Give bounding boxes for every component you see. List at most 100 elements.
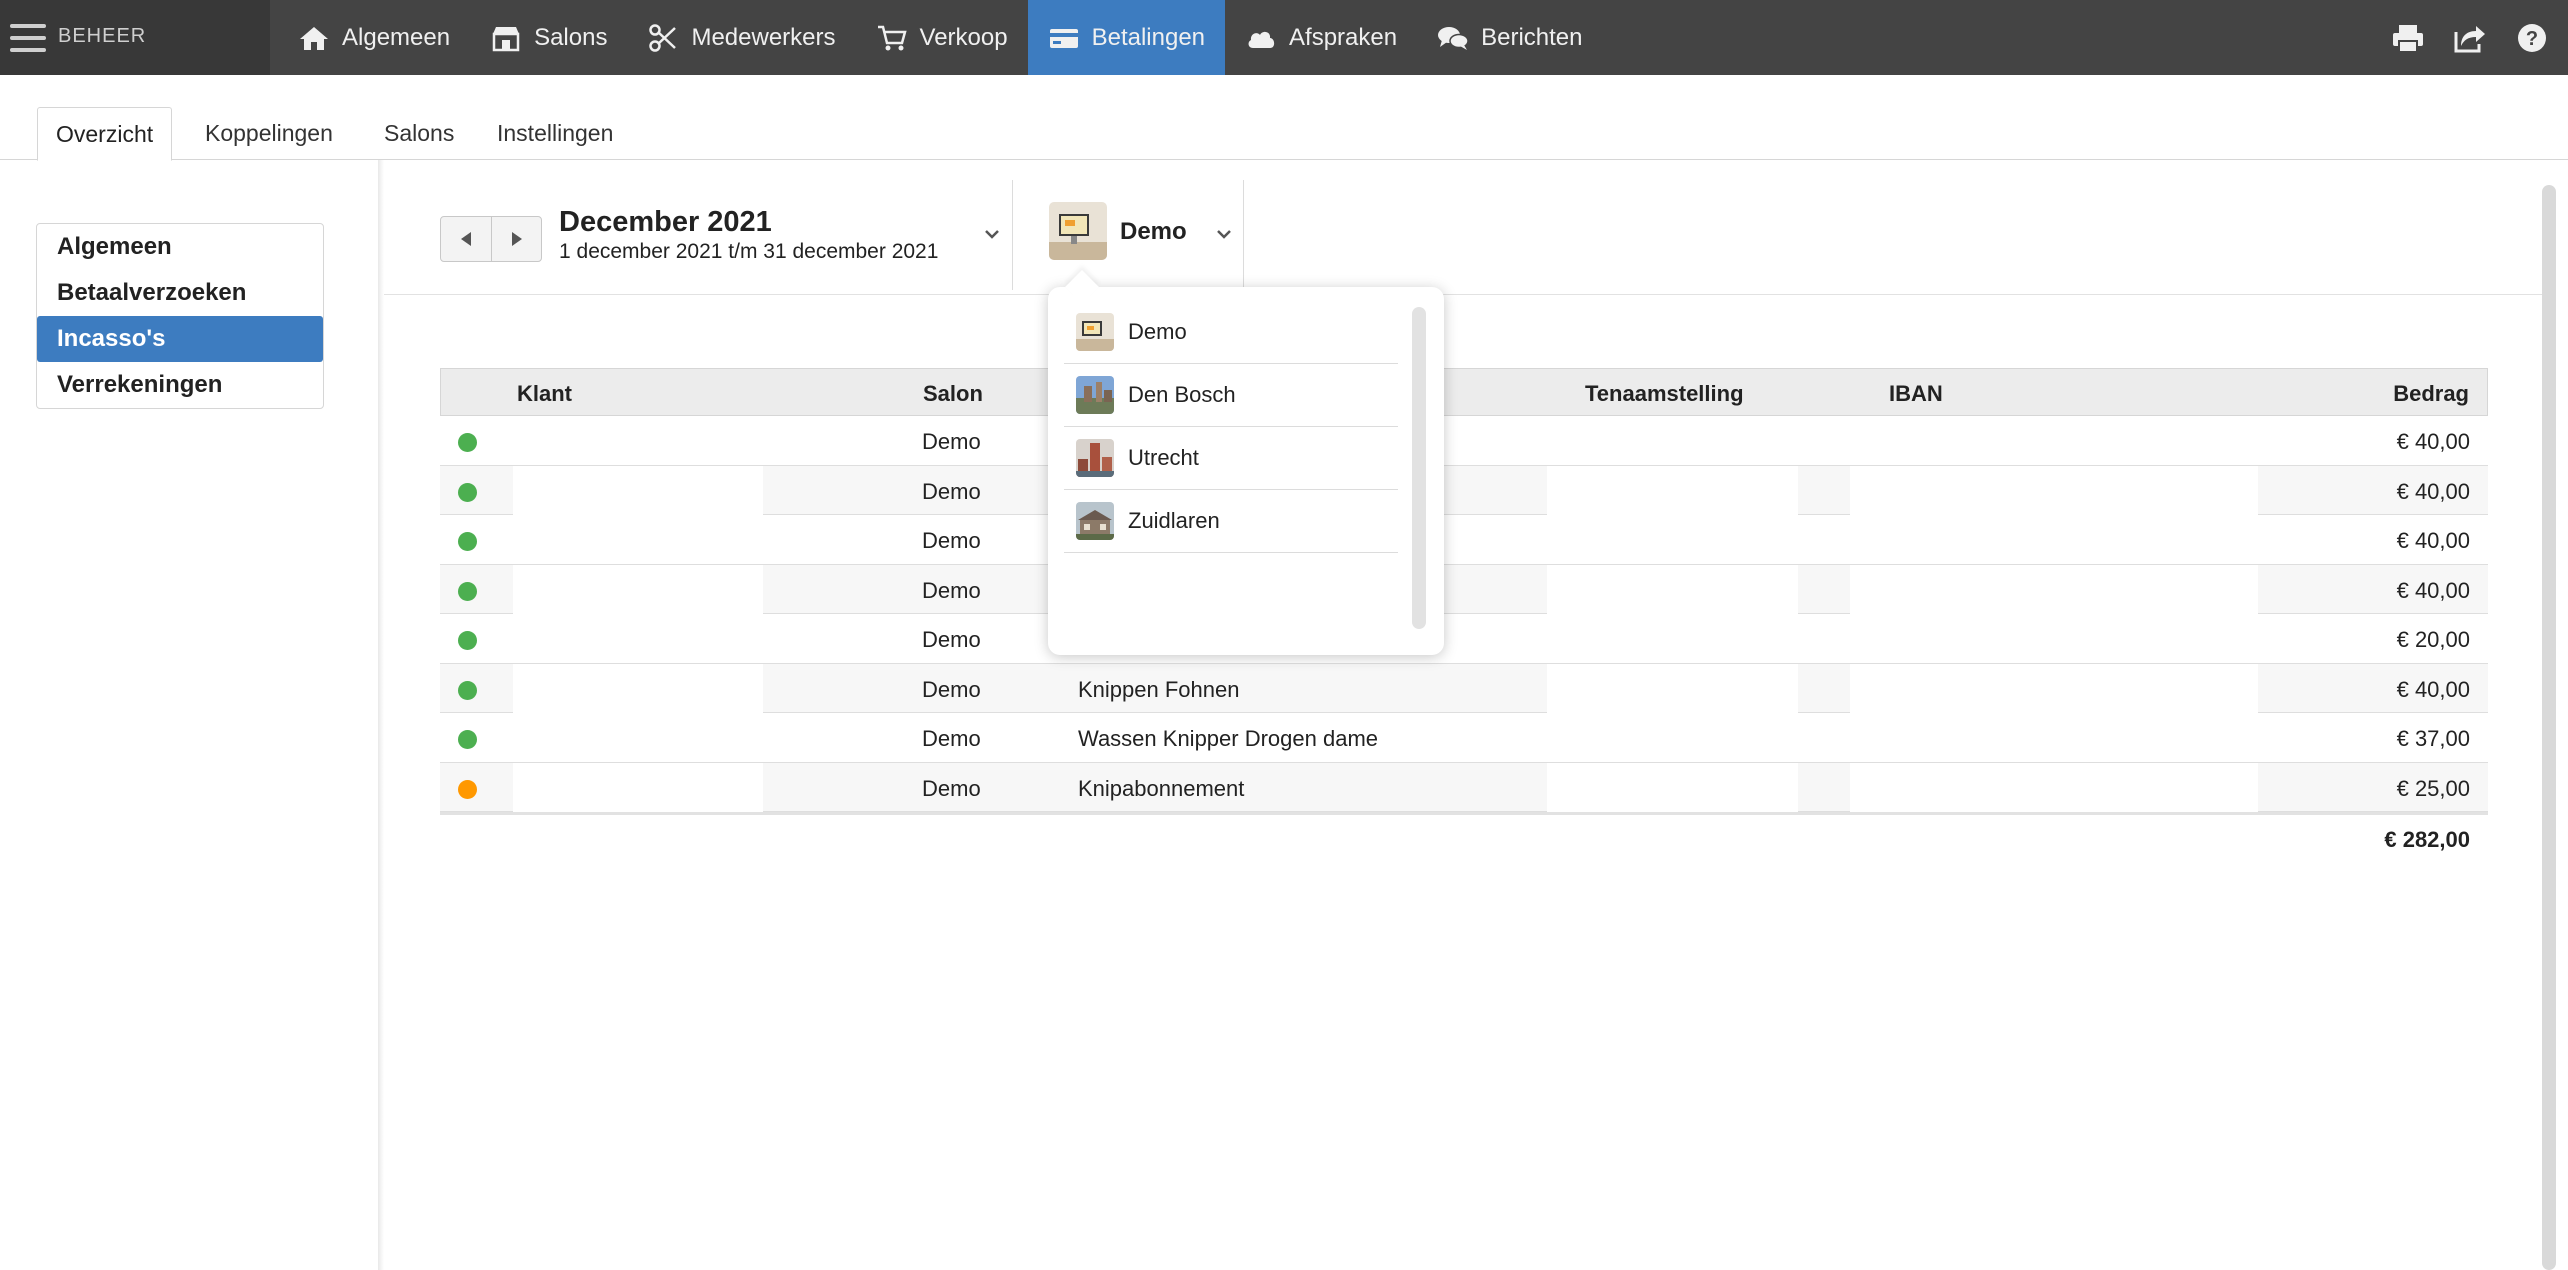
incasso-table: Klant Salon Tenaamstelling IBAN Bedrag D… xyxy=(440,368,2488,865)
top-navigation-bar: BEHEER Algemeen Salons Medewerkers Verko… xyxy=(0,0,2568,75)
share-icon[interactable] xyxy=(2452,22,2488,54)
period-range: 1 december 2021 t/m 31 december 2021 xyxy=(559,240,939,263)
salon-thumbnail xyxy=(1076,313,1114,351)
main-scrollbar[interactable] xyxy=(2542,185,2556,1270)
salon-cell: Demo xyxy=(922,429,981,454)
chat-bubbles-icon xyxy=(1438,26,1469,50)
help-icon[interactable]: ? xyxy=(2514,22,2550,54)
amount-cell: € 40,00 xyxy=(2396,577,2470,603)
nav-label: Verkoop xyxy=(919,23,1008,51)
tab-overzicht[interactable]: Overzicht xyxy=(37,107,173,161)
salon-option-demo[interactable]: Demo xyxy=(1064,301,1398,364)
amount-cell: € 40,00 xyxy=(2396,528,2470,553)
column-header-tenaamstelling[interactable]: Tenaamstelling xyxy=(1585,381,1744,407)
nav-item-betalingen[interactable]: Betalingen xyxy=(1027,0,1226,75)
period-title[interactable]: December 2021 xyxy=(559,206,772,239)
status-dot xyxy=(458,532,477,551)
salon-cell: Demo xyxy=(922,775,981,801)
tab-koppelingen[interactable]: Koppelingen xyxy=(187,107,351,160)
salon-thumbnail[interactable] xyxy=(1049,202,1107,260)
sidebar-item-incassos[interactable]: Incasso's xyxy=(37,316,323,362)
sidebar-item-algemeen[interactable]: Algemeen xyxy=(37,224,323,270)
nav-item-afspraken[interactable]: Afspraken xyxy=(1225,0,1417,75)
status-dot xyxy=(458,680,477,700)
salon-option-den-bosch[interactable]: Den Bosch xyxy=(1064,364,1398,427)
panel-shadow xyxy=(378,160,384,1270)
table-row[interactable]: Demo € 40,00 xyxy=(440,416,2488,466)
salon-cell: Demo xyxy=(922,726,981,751)
hamburger-menu-icon[interactable] xyxy=(10,24,46,52)
column-header-iban[interactable]: IBAN xyxy=(1889,381,1943,407)
storefront-icon xyxy=(492,26,520,51)
amount-cell: € 40,00 xyxy=(2396,478,2470,504)
nav-label: Berichten xyxy=(1481,23,1583,51)
side-navigation: Algemeen Betaalverzoeken Incasso's Verre… xyxy=(36,223,324,409)
table-row[interactable]: Demo € 20,00 xyxy=(440,614,2488,664)
table-row[interactable]: Demo Wassen Knipper Drogen dame € 37,00 xyxy=(440,713,2488,763)
salon-thumbnail xyxy=(1076,502,1114,540)
triangle-right-icon xyxy=(511,232,522,246)
amount-cell: € 40,00 xyxy=(2396,676,2470,702)
amount-cell: € 25,00 xyxy=(2396,775,2470,801)
table-row[interactable]: Demo € 40,00 xyxy=(440,564,2488,614)
nav-item-algemeen[interactable]: Algemeen xyxy=(278,0,470,75)
description-cell: Knippen Fohnen xyxy=(1078,676,1240,702)
chevron-down-icon[interactable] xyxy=(982,224,1002,244)
column-header-salon[interactable]: Salon xyxy=(923,381,983,407)
brand-label: BEHEER xyxy=(58,25,147,47)
table-row[interactable]: Demo € 40,00 xyxy=(440,515,2488,565)
amount-cell: € 40,00 xyxy=(2396,429,2470,454)
nav-label: Afspraken xyxy=(1289,23,1398,51)
nav-item-berichten[interactable]: Berichten xyxy=(1417,0,1602,75)
brand-menu[interactable]: BEHEER xyxy=(0,0,270,75)
home-icon xyxy=(300,26,328,50)
amount-cell: € 20,00 xyxy=(2396,627,2470,652)
table-header: Klant Salon Tenaamstelling IBAN Bedrag xyxy=(440,368,2488,416)
salon-cell: Demo xyxy=(922,676,981,702)
sidebar-item-betaalverzoeken[interactable]: Betaalverzoeken xyxy=(37,270,323,316)
table-row[interactable]: Demo € 40,00 xyxy=(440,465,2488,515)
salon-option-label: Demo xyxy=(1128,319,1187,344)
status-dot xyxy=(458,581,477,601)
salon-option-zuidlaren[interactable]: Zuidlaren xyxy=(1064,490,1398,553)
cart-icon xyxy=(877,25,907,50)
table-row[interactable]: Demo Knipabonnement € 25,00 xyxy=(440,762,2488,812)
print-icon[interactable] xyxy=(2390,22,2426,54)
table-row[interactable]: Demo Knippen Fohnen € 40,00 xyxy=(440,663,2488,713)
scissors-icon xyxy=(649,23,677,52)
credit-card-icon xyxy=(1049,28,1078,48)
triangle-left-icon xyxy=(461,232,471,246)
period-navigation xyxy=(440,216,542,262)
nav-item-salons[interactable]: Salons xyxy=(470,0,627,75)
status-dot xyxy=(458,779,477,799)
column-header-bedrag[interactable]: Bedrag xyxy=(2393,381,2469,407)
salon-cell: Demo xyxy=(922,478,981,504)
tab-instellingen[interactable]: Instellingen xyxy=(479,107,631,160)
salon-cell: Demo xyxy=(922,577,981,603)
nav-item-verkoop[interactable]: Verkoop xyxy=(856,0,1028,75)
chevron-down-icon[interactable] xyxy=(1214,224,1234,244)
tab-salons[interactable]: Salons xyxy=(366,107,472,160)
salon-cell: Demo xyxy=(922,528,981,553)
selected-salon-name[interactable]: Demo xyxy=(1120,218,1187,246)
next-period-button[interactable] xyxy=(491,217,541,261)
salon-option-label: Zuidlaren xyxy=(1128,508,1220,533)
nav-item-medewerkers[interactable]: Medewerkers xyxy=(627,0,855,75)
salon-option-label: Utrecht xyxy=(1128,445,1199,470)
previous-period-button[interactable] xyxy=(441,217,491,261)
total-amount: € 282,00 xyxy=(2384,827,2470,852)
amount-cell: € 37,00 xyxy=(2396,726,2470,751)
status-dot xyxy=(458,482,477,502)
subtab-bar: Overzicht Koppelingen Salons Instellinge… xyxy=(0,75,2568,161)
salon-option-utrecht[interactable]: Utrecht xyxy=(1064,427,1398,490)
column-header-klant[interactable]: Klant xyxy=(517,381,572,407)
header-divider xyxy=(1243,180,1244,290)
dropdown-scrollbar[interactable] xyxy=(1412,307,1426,629)
sidebar-item-verrekeningen[interactable]: Verrekeningen xyxy=(37,362,323,408)
status-dot xyxy=(458,631,477,650)
description-cell: Knipabonnement xyxy=(1078,775,1245,801)
nav-label: Medewerkers xyxy=(691,23,836,51)
salon-option-label: Den Bosch xyxy=(1128,382,1236,407)
description-cell: Wassen Knipper Drogen dame xyxy=(1078,726,1379,751)
salon-thumbnail xyxy=(1076,439,1114,477)
